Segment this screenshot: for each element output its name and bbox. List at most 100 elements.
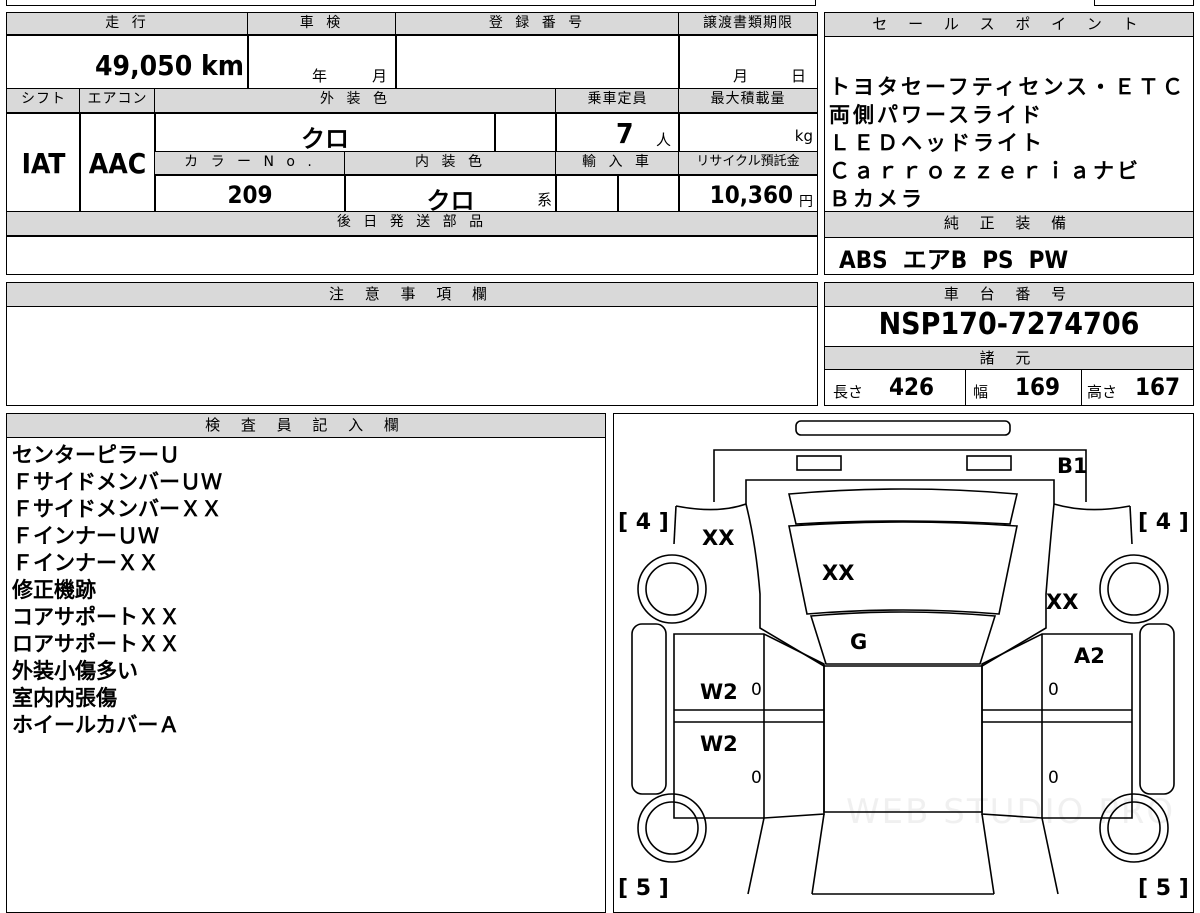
max-load-unit: kg <box>794 127 813 145</box>
mileage-label: 走 行 <box>6 12 249 36</box>
inspector-note: ホイールカバーＡ <box>12 713 180 737</box>
transfer-deadline-cell: 月 日 <box>678 34 818 90</box>
tire-fr-value: 4 <box>1155 510 1172 535</box>
width-label: 幅 <box>973 383 989 401</box>
tire-rr-bracket: [ 5 ] <box>1138 876 1189 901</box>
watermark: WEB STUDIO PRO <box>846 792 1176 832</box>
inspector-note: センターピラーＵ <box>12 443 180 467</box>
right-front-fender-grade: XX <box>1046 590 1079 614</box>
sales-points-box: セ ー ル ス ポ イ ン ト トヨタセーフティセンス・ＥＴＣ 両側パワースライ… <box>824 12 1194 213</box>
inspector-header: 検 査 員 記 入 欄 <box>7 414 605 438</box>
inspector-note: 室内内張傷 <box>12 686 117 710</box>
rear-bumper-shape <box>795 420 1011 436</box>
sales-points-list: トヨタセーフティセンス・ＥＴＣ 両側パワースライド ＬＥＤヘッドライト Ｃａｒｒ… <box>829 73 1186 213</box>
transfer-day-unit: 日 <box>791 67 807 85</box>
chassis-number: NSP170-7274706 <box>878 307 1140 342</box>
tire-rl-value: 5 <box>635 876 652 901</box>
recycle-cell: 10,360 円 <box>678 174 818 213</box>
inspector-note: ＦインナーＵＷ <box>12 524 159 548</box>
genuine-equipment-box: 純 正 装 備 ABS エアB PS PW <box>824 211 1194 275</box>
registration-label: 登 録 番 号 <box>395 12 680 36</box>
top-strip-right <box>1094 0 1194 6</box>
genuine-equipment-header: 純 正 装 備 <box>825 212 1193 238</box>
capacity-cell: 7 人 <box>555 112 680 153</box>
interior-color-suffix: 系 <box>536 191 552 209</box>
inspector-note: 修正機跡 <box>12 578 96 602</box>
import-label: 輸 入 車 <box>555 151 680 176</box>
sales-point-item: トヨタセーフティセンス・ＥＴＣ <box>829 75 1187 99</box>
notes-header: 注 意 事 項 欄 <box>7 283 817 307</box>
aircon-label: エアコン <box>79 88 156 114</box>
sales-point-item: Ｃａｒｒｏｚｚｅｒｉａナビ <box>829 159 1141 183</box>
registration-cell <box>395 34 680 90</box>
capacity-label: 乗車定員 <box>555 88 680 114</box>
windshield-grade: G <box>850 630 868 654</box>
left-rear-door-grade: W2 <box>700 732 738 756</box>
shift-label: シフト <box>6 88 81 114</box>
tail-lamp-left <box>796 455 842 471</box>
recycle-value: 10,360 <box>709 181 793 209</box>
inspector-note: ＦサイドメンバーＸＸ <box>12 497 222 521</box>
height-value: 167 <box>1135 373 1181 401</box>
tire-rl-bracket: [ 5 ] <box>618 876 669 901</box>
door-zero-mark: 0 <box>751 680 762 700</box>
inspector-box: 検 査 員 記 入 欄 センターピラーＵ ＦサイドメンバーＵＷ Ｆサイドメンバー… <box>6 413 606 913</box>
door-zero-mark: 0 <box>751 768 762 788</box>
rear-bumper-grade: B1 <box>1057 454 1088 478</box>
transfer-month-unit: 月 <box>733 67 749 85</box>
windshield-shape <box>809 611 997 665</box>
exterior-color-value: クロ <box>301 125 349 153</box>
tail-lamp-right <box>966 455 1012 471</box>
left-front-fender-grade: XX <box>702 526 735 550</box>
tire-fl-value: 4 <box>635 510 652 535</box>
sales-points-header: セ ー ル ス ポ イ ン ト <box>825 13 1193 37</box>
door-zero-mark: 0 <box>1048 680 1059 700</box>
shift-cell: IAT <box>6 112 81 213</box>
later-parts-cell <box>6 235 818 275</box>
capacity-unit: 人 <box>656 131 672 149</box>
tail-section-shape <box>713 449 1087 502</box>
width-value: 169 <box>1015 373 1061 401</box>
top-strip <box>6 0 816 6</box>
color-no-label: カ ラ ー N o . <box>154 151 346 176</box>
inspection-year-unit: 年 <box>312 67 328 85</box>
roof-shape <box>823 665 983 813</box>
mileage-cell: 49,050 km <box>6 34 249 90</box>
capacity-value: 7 <box>616 117 634 150</box>
interior-color-label: 内 装 色 <box>344 151 557 176</box>
inspector-note: ＦインナーＸＸ <box>12 551 159 575</box>
mileage-value: 49,050 km <box>95 49 244 82</box>
max-load-cell: kg <box>678 112 818 153</box>
sales-point-item: ＬＥＤヘッドライト <box>829 131 1045 155</box>
max-load-label: 最大積載量 <box>678 88 818 114</box>
inspector-note: ロアサポートＸＸ <box>12 632 180 656</box>
chassis-header: 車 台 番 号 <box>825 283 1193 307</box>
transfer-deadline-label: 譲渡書類期限 <box>678 12 818 36</box>
sales-point-item: Ｂカメラ <box>829 187 925 211</box>
recycle-label: リサイクル預託金 <box>678 151 818 176</box>
aircon-value: AAC <box>88 147 147 180</box>
later-parts-label: 後 日 発 送 部 品 <box>6 211 818 237</box>
left-front-door-grade: W2 <box>700 680 738 704</box>
notes-box: 注 意 事 項 欄 <box>6 282 818 406</box>
inspection-label: 車 検 <box>247 12 397 36</box>
length-label: 長さ <box>833 383 864 401</box>
tire-fl-bracket: [ 4 ] <box>618 510 669 535</box>
aircon-cell: AAC <box>79 112 156 213</box>
hood-grade: XX <box>822 561 855 585</box>
sales-point-item: 両側パワースライド <box>829 103 1044 127</box>
interior-color-cell: クロ 系 <box>344 174 557 215</box>
door-zero-mark: 0 <box>1048 768 1059 788</box>
rear-glass-shape <box>788 488 1018 525</box>
exterior-color-cell: クロ <box>154 112 496 153</box>
chassis-box: 車 台 番 号 NSP170-7274706 諸 元 長さ 426 幅 169 … <box>824 282 1194 406</box>
genuine-equipment-value: ABS エアB PS PW <box>839 246 1069 274</box>
inspection-month-unit: 月 <box>372 67 388 85</box>
import-cell-b <box>617 174 680 213</box>
color-no-value: 209 <box>227 181 273 209</box>
specs-header: 諸 元 <box>825 346 1193 370</box>
exterior-color-extra <box>494 112 557 153</box>
inspector-note: 外装小傷多い <box>12 659 138 683</box>
color-no-cell: 209 <box>154 174 346 213</box>
damage-diagram-box: [ 4 ] [ 4 ] [ 5 ] [ 5 ] B1 XX XX XX G A2… <box>613 413 1194 913</box>
